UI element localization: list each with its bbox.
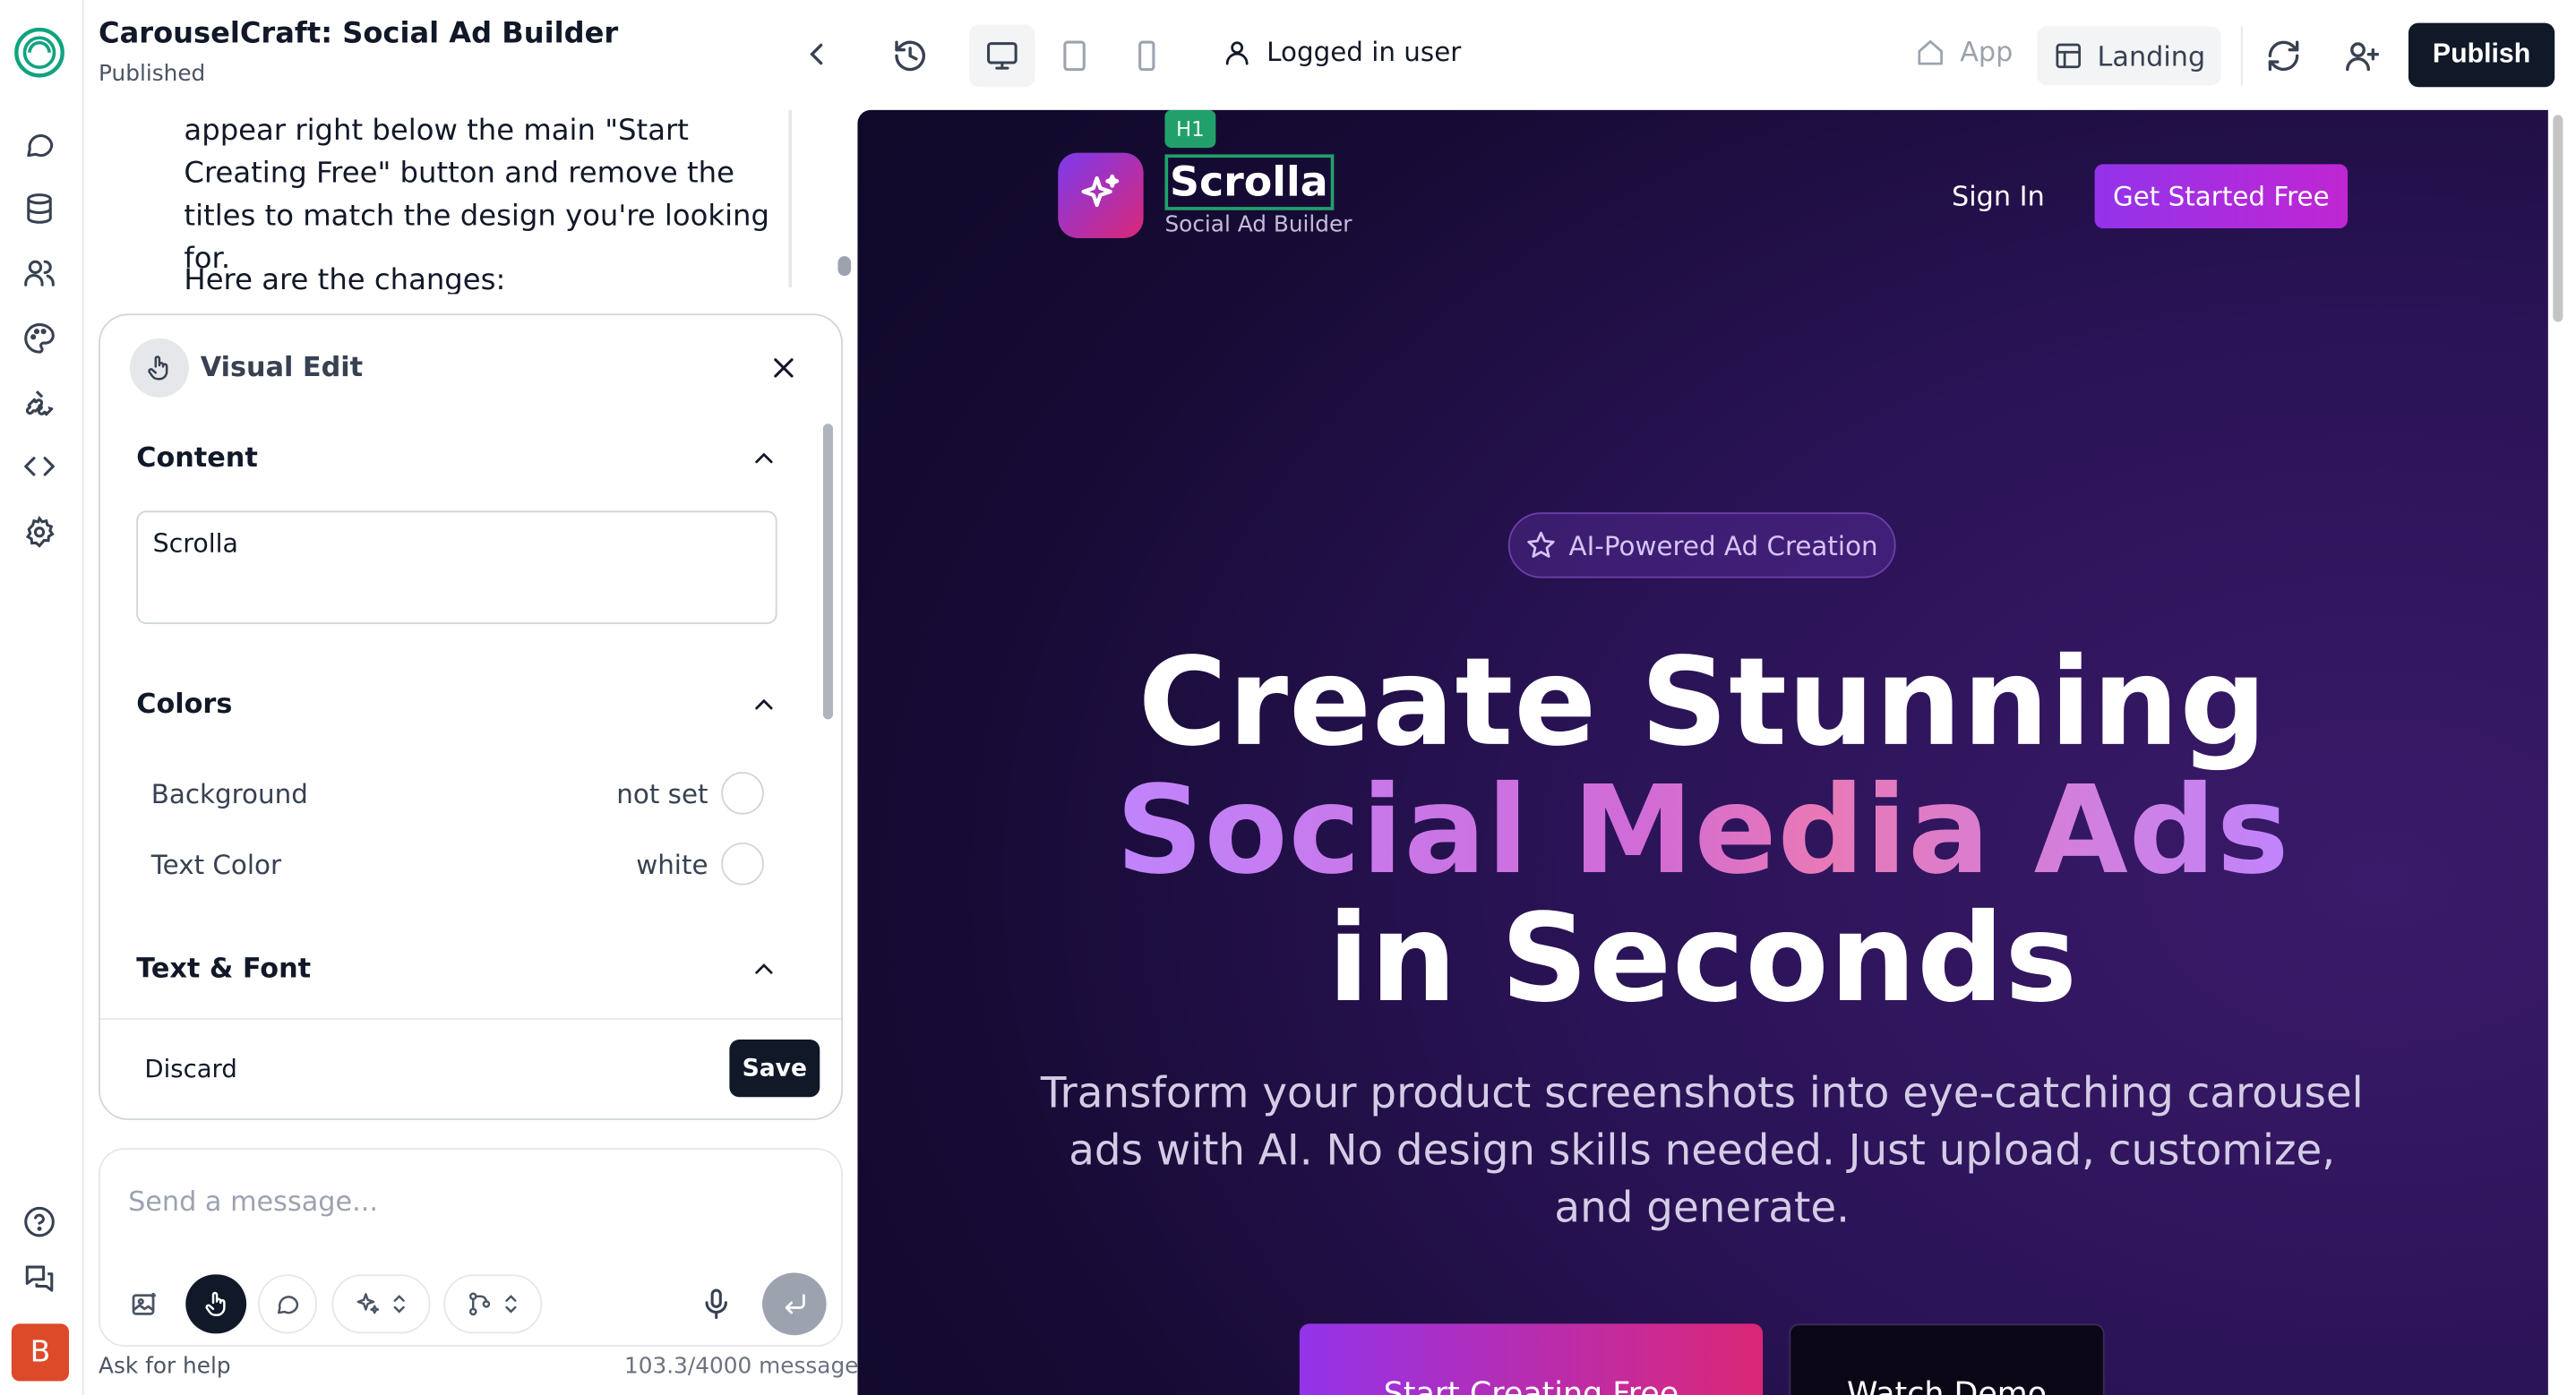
help-icon[interactable] [23, 1205, 56, 1238]
tablet-view-button[interactable] [1042, 25, 1107, 88]
background-color-swatch[interactable] [721, 772, 764, 815]
sparkles-icon [356, 1293, 379, 1314]
chat-message-text: appear right below the main "Start Creat… [184, 115, 769, 277]
visual-edit-scrollbar[interactable] [822, 424, 833, 720]
text-font-section-header[interactable]: Text & Font [136, 953, 311, 984]
brand-sparkles-icon[interactable] [1058, 152, 1144, 238]
visual-edit-panel: Visual Edit Content Colors Background no… [99, 313, 843, 1120]
visual-edit-toggle-icon[interactable] [185, 1274, 247, 1334]
refresh-icon[interactable] [2265, 38, 2301, 73]
palette-icon[interactable] [23, 322, 56, 355]
get-started-button[interactable]: Get Started Free [2094, 164, 2348, 228]
content-text-input[interactable] [136, 510, 777, 624]
logged-in-label: Logged in user [1267, 36, 1462, 68]
chat-divider [788, 109, 793, 287]
history-icon[interactable] [892, 38, 928, 73]
message-input[interactable] [128, 1185, 786, 1218]
watch-demo-button[interactable]: Watch Demo [1789, 1323, 2105, 1395]
users-icon[interactable] [23, 256, 56, 289]
desktop-view-button[interactable] [969, 24, 1035, 88]
chat-message-area: appear right below the main "Start Creat… [99, 110, 788, 294]
ask-for-help-link[interactable]: Ask for help [99, 1353, 231, 1379]
text-color-value: white [636, 849, 708, 881]
tab-landing[interactable]: Landing [2037, 26, 2221, 86]
user-avatar[interactable]: B [11, 1323, 70, 1382]
header-divider [2240, 26, 2243, 86]
send-icon[interactable] [762, 1272, 827, 1336]
chevron-up-icon[interactable] [749, 954, 778, 984]
pointer-hand-icon [129, 338, 189, 398]
user-icon [1225, 40, 1249, 64]
headline-line-3[interactable]: in Seconds [857, 888, 2547, 1030]
element-tag-badge: H1 [1164, 109, 1216, 149]
background-value: not set [616, 778, 708, 810]
chevron-up-icon[interactable] [749, 443, 778, 473]
code-icon[interactable] [23, 450, 56, 484]
chevron-left-icon[interactable] [798, 36, 834, 72]
colors-section-header[interactable]: Colors [136, 689, 232, 720]
landing-preview: H1 Scrolla Social Ad Builder Sign In Get… [857, 109, 2548, 1395]
ai-powered-badge[interactable]: AI-Powered Ad Creation [1507, 512, 1896, 578]
star-icon [1527, 531, 1555, 558]
text-color-label: Text Color [150, 849, 282, 881]
tab-landing-label: Landing [2097, 39, 2206, 72]
hero-subheadline[interactable]: Transform your product screenshots into … [1038, 1066, 2366, 1238]
headline-line-1[interactable]: Create Stunning [857, 632, 2547, 774]
left-rail: B [0, 0, 84, 1395]
message-composer [99, 1148, 843, 1348]
chat-icon[interactable] [23, 128, 56, 161]
invite-user-icon[interactable] [2344, 38, 2380, 73]
brand-subtitle[interactable]: Social Ad Builder [1164, 212, 1352, 238]
project-status: Published [99, 60, 206, 88]
ai-model-selector[interactable] [331, 1274, 431, 1334]
settings-icon[interactable] [23, 515, 56, 549]
chevron-up-icon[interactable] [749, 689, 778, 719]
mobile-view-button[interactable] [1114, 25, 1180, 88]
message-count: 103.3/4000 messages [623, 1353, 871, 1380]
tab-app[interactable]: App [1916, 36, 2014, 68]
headline-gradient-text: Social Media Ads [1115, 760, 2290, 902]
branch-selector[interactable] [443, 1274, 543, 1334]
headline-line-2[interactable]: Social Media Ads [857, 760, 2547, 902]
chat-mode-icon[interactable] [257, 1274, 318, 1334]
start-creating-button[interactable]: Start Creating Free [1299, 1323, 1764, 1395]
chevron-updown-icon [392, 1295, 404, 1314]
feedback-icon[interactable] [23, 1262, 56, 1296]
brand-name-selected[interactable]: Scrolla [1164, 154, 1335, 210]
badge-label: AI-Powered Ad Creation [1568, 529, 1878, 561]
microphone-icon[interactable] [699, 1274, 734, 1333]
preview-scrollbar[interactable] [2553, 115, 2563, 322]
image-upload-icon[interactable] [126, 1274, 162, 1333]
git-branch-icon [468, 1292, 490, 1316]
chat-scrollbar[interactable] [837, 256, 852, 277]
app-logo-icon[interactable] [13, 26, 66, 79]
logged-in-user-toggle[interactable]: Logged in user [1223, 36, 1462, 68]
background-label: Background [150, 778, 308, 810]
sign-in-link[interactable]: Sign In [1952, 181, 2045, 212]
database-icon[interactable] [23, 193, 56, 226]
home-icon [1918, 39, 1943, 64]
text-color-swatch[interactable] [721, 842, 764, 886]
save-button[interactable]: Save [729, 1040, 820, 1098]
layout-icon [2055, 43, 2081, 69]
close-icon[interactable] [768, 352, 801, 385]
tab-app-label: App [1960, 36, 2014, 68]
chat-message-text-2: Here are the changes: [184, 264, 506, 295]
content-section-header[interactable]: Content [136, 441, 258, 473]
chevron-updown-icon [504, 1295, 516, 1314]
publish-button[interactable]: Publish [2408, 22, 2555, 88]
discard-button[interactable]: Discard [144, 1055, 236, 1084]
visual-edit-title: Visual Edit [200, 351, 364, 383]
puzzle-icon[interactable] [23, 386, 56, 419]
project-title[interactable]: CarouselCraft: Social Ad Builder [99, 18, 618, 51]
